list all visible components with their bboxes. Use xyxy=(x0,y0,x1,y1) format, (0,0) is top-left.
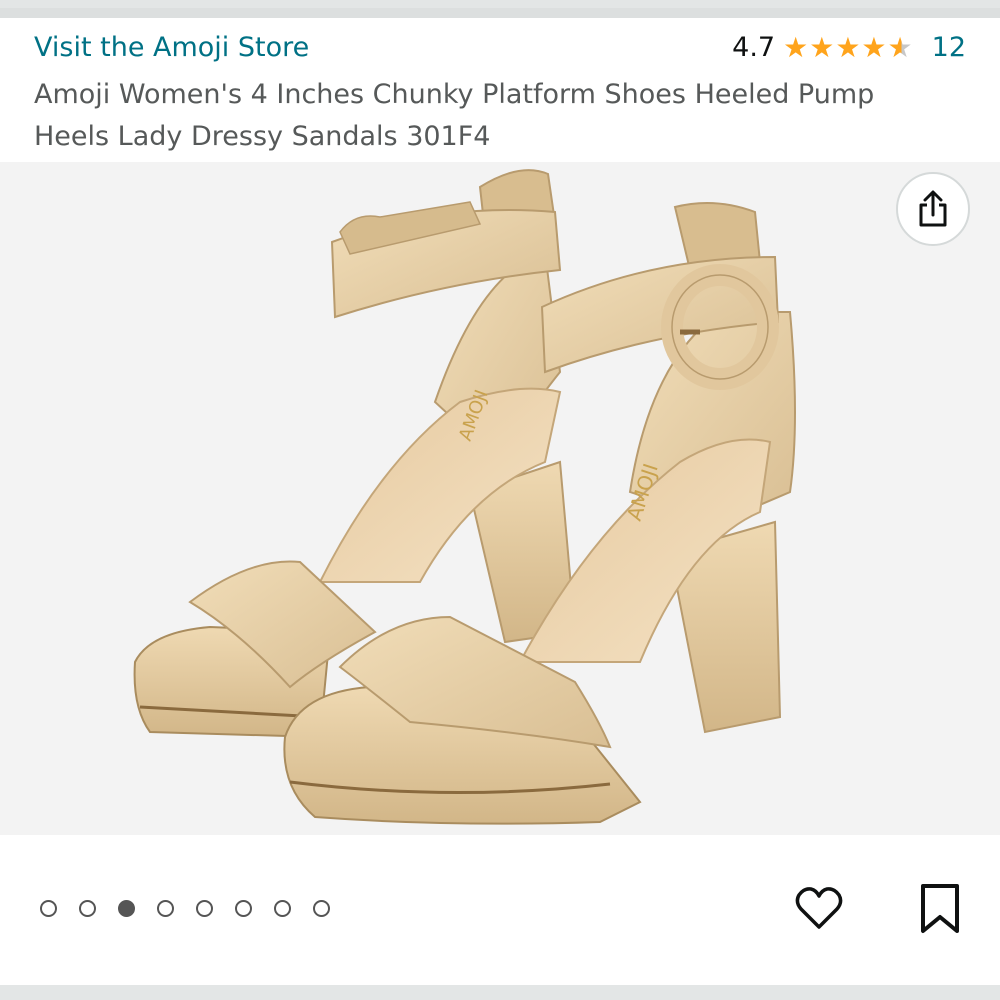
carousel-dot[interactable] xyxy=(313,900,330,917)
product-title: Amoji Women's 4 Inches Chunky Platform S… xyxy=(34,79,875,152)
rating-summary[interactable]: 4.7 ★ ★ ★ ★ ★ 12 xyxy=(732,32,966,63)
carousel-dot[interactable] xyxy=(157,900,174,917)
bottom-separator xyxy=(0,985,1000,1000)
carousel-dot[interactable] xyxy=(235,900,252,917)
rating-count[interactable]: 12 xyxy=(932,32,966,63)
visit-store-link[interactable]: Visit the Amoji Store xyxy=(34,32,309,63)
carousel-dot[interactable] xyxy=(196,900,213,917)
share-button[interactable] xyxy=(896,172,970,246)
heart-icon xyxy=(795,887,843,929)
product-image[interactable]: AMOJI AMOJI xyxy=(0,162,1000,835)
image-controls xyxy=(0,835,1000,985)
star-icon: ★ xyxy=(809,30,835,64)
product-header: Visit the Amoji Store 4.7 ★ ★ ★ ★ ★ 12 A… xyxy=(0,18,1000,162)
rating-value: 4.7 xyxy=(732,32,776,63)
top-separator xyxy=(0,0,1000,18)
carousel-dot-active[interactable] xyxy=(118,900,135,917)
carousel-dot[interactable] xyxy=(79,900,96,917)
bookmark-icon xyxy=(921,884,959,933)
carousel-dot[interactable] xyxy=(274,900,291,917)
wishlist-button[interactable] xyxy=(794,883,844,933)
sandals-image: AMOJI AMOJI xyxy=(133,169,796,825)
carousel-indicator xyxy=(40,900,352,917)
half-star-icon: ★ xyxy=(887,30,913,64)
share-icon xyxy=(919,190,947,227)
carousel-dot[interactable] xyxy=(40,900,57,917)
save-button[interactable] xyxy=(918,883,962,935)
star-icon: ★ xyxy=(783,30,809,64)
star-icon: ★ xyxy=(835,30,861,64)
star-icon: ★ xyxy=(861,30,887,64)
star-rating: ★ ★ ★ ★ ★ xyxy=(783,30,914,64)
